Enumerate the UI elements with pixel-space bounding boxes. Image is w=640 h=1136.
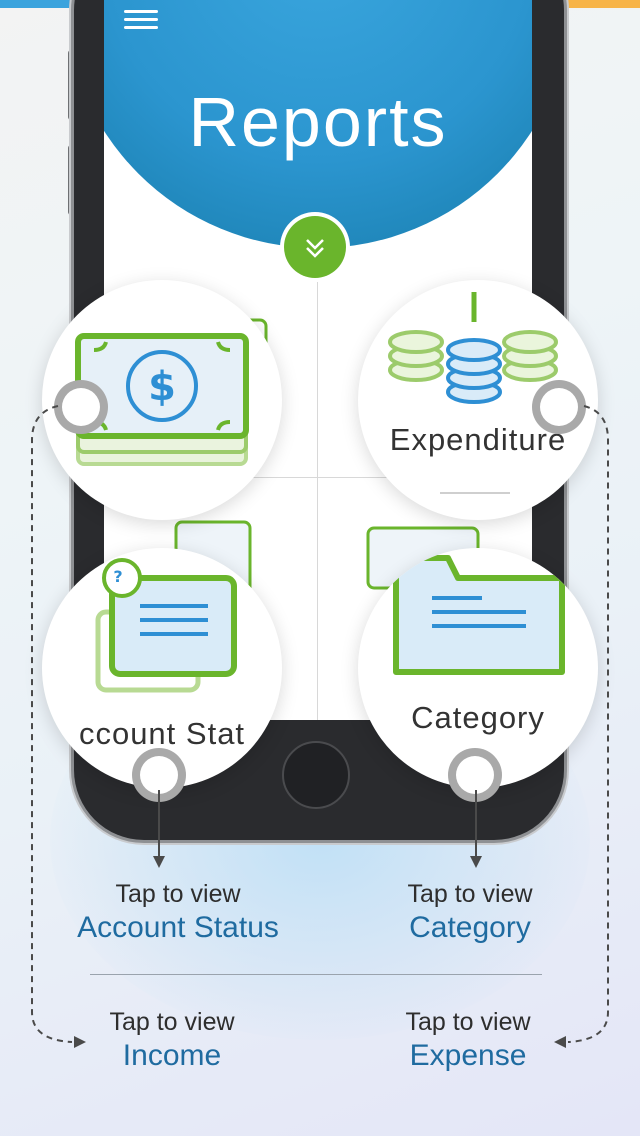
- connector-lines: [31, 405, 609, 1048]
- expense-caption: Tap to view Expense: [368, 1008, 568, 1073]
- category-caption: Tap to view Category: [360, 880, 580, 945]
- account-status-caption: Tap to view Account Status: [58, 880, 298, 945]
- caption-target[interactable]: Category: [360, 911, 580, 945]
- caption-prefix: Tap to view: [405, 1008, 531, 1036]
- caption-prefix: Tap to view: [109, 1008, 235, 1036]
- income-caption: Tap to view Income: [72, 1008, 272, 1073]
- caption-target[interactable]: Income: [72, 1039, 272, 1073]
- captions-divider: [90, 974, 542, 975]
- caption-target[interactable]: Expense: [368, 1039, 568, 1073]
- caption-prefix: Tap to view: [115, 880, 241, 908]
- caption-target[interactable]: Account Status: [58, 911, 298, 945]
- caption-prefix: Tap to view: [407, 880, 533, 908]
